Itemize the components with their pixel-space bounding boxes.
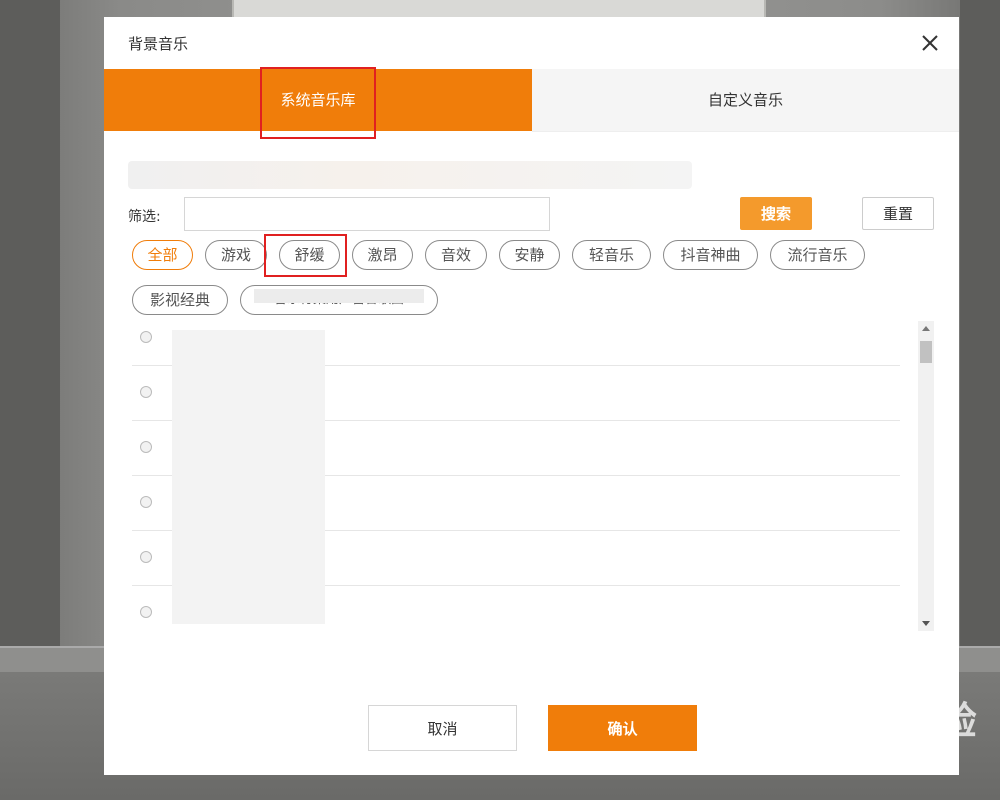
- tag-pop-music[interactable]: 流行音乐: [770, 240, 865, 270]
- tab-bar: 系统音乐库 自定义音乐: [104, 69, 959, 132]
- scroll-thumb[interactable]: [920, 341, 932, 363]
- watermark-sub-text: jingyan.baidu.com: [766, 745, 904, 762]
- radio-button[interactable]: [140, 606, 152, 618]
- watermark-main-text: Bai du 经验: [766, 701, 978, 743]
- baidu-jingyan-watermark: Bai du 经验 jingyan.baidu.com: [766, 690, 978, 762]
- radio-button[interactable]: [140, 386, 152, 398]
- list-scrollbar[interactable]: [918, 321, 934, 631]
- search-button[interactable]: 搜索: [740, 197, 812, 230]
- filter-label: 筛选:: [128, 209, 161, 225]
- dialog-title: 背景音乐: [128, 35, 189, 53]
- background-music-dialog: 背景音乐 系统音乐库 自定义音乐 筛选: 搜索 重置 全部 游戏 舒缓 激昂 音…: [104, 17, 959, 775]
- dialog-header: 背景音乐: [104, 17, 959, 70]
- blurred-info-line: [128, 161, 692, 189]
- tag-game[interactable]: 游戏: [205, 240, 267, 270]
- tag-all[interactable]: 全部: [132, 240, 193, 270]
- blurred-tag-text: [254, 289, 424, 303]
- background-left-frame: [0, 0, 60, 650]
- highlight-box-tag: [264, 234, 347, 277]
- reset-button[interactable]: 重置: [862, 197, 934, 230]
- highlight-box-tab: [260, 67, 376, 139]
- radio-button[interactable]: [140, 441, 152, 453]
- tag-passionate[interactable]: 激昂: [352, 240, 413, 270]
- close-icon[interactable]: [918, 31, 942, 55]
- cancel-button[interactable]: 取消: [368, 705, 517, 751]
- scroll-up-icon[interactable]: [918, 321, 934, 337]
- tag-quiet[interactable]: 安静: [499, 240, 560, 270]
- tag-douyin-hits[interactable]: 抖音神曲: [663, 240, 758, 270]
- tab-custom-music[interactable]: 自定义音乐: [532, 69, 959, 132]
- tag-light-music[interactable]: 轻音乐: [572, 240, 651, 270]
- filter-input[interactable]: [184, 197, 550, 231]
- radio-button[interactable]: [140, 331, 152, 343]
- scroll-down-icon[interactable]: [918, 615, 934, 631]
- radio-button[interactable]: [140, 551, 152, 563]
- tag-sound-effects[interactable]: 音效: [425, 240, 487, 270]
- background-right-frame: [960, 0, 1000, 650]
- confirm-button[interactable]: 确认: [548, 705, 697, 751]
- blurred-song-names: [172, 330, 325, 624]
- radio-button[interactable]: [140, 496, 152, 508]
- tag-film-classics[interactable]: 影视经典: [132, 285, 228, 315]
